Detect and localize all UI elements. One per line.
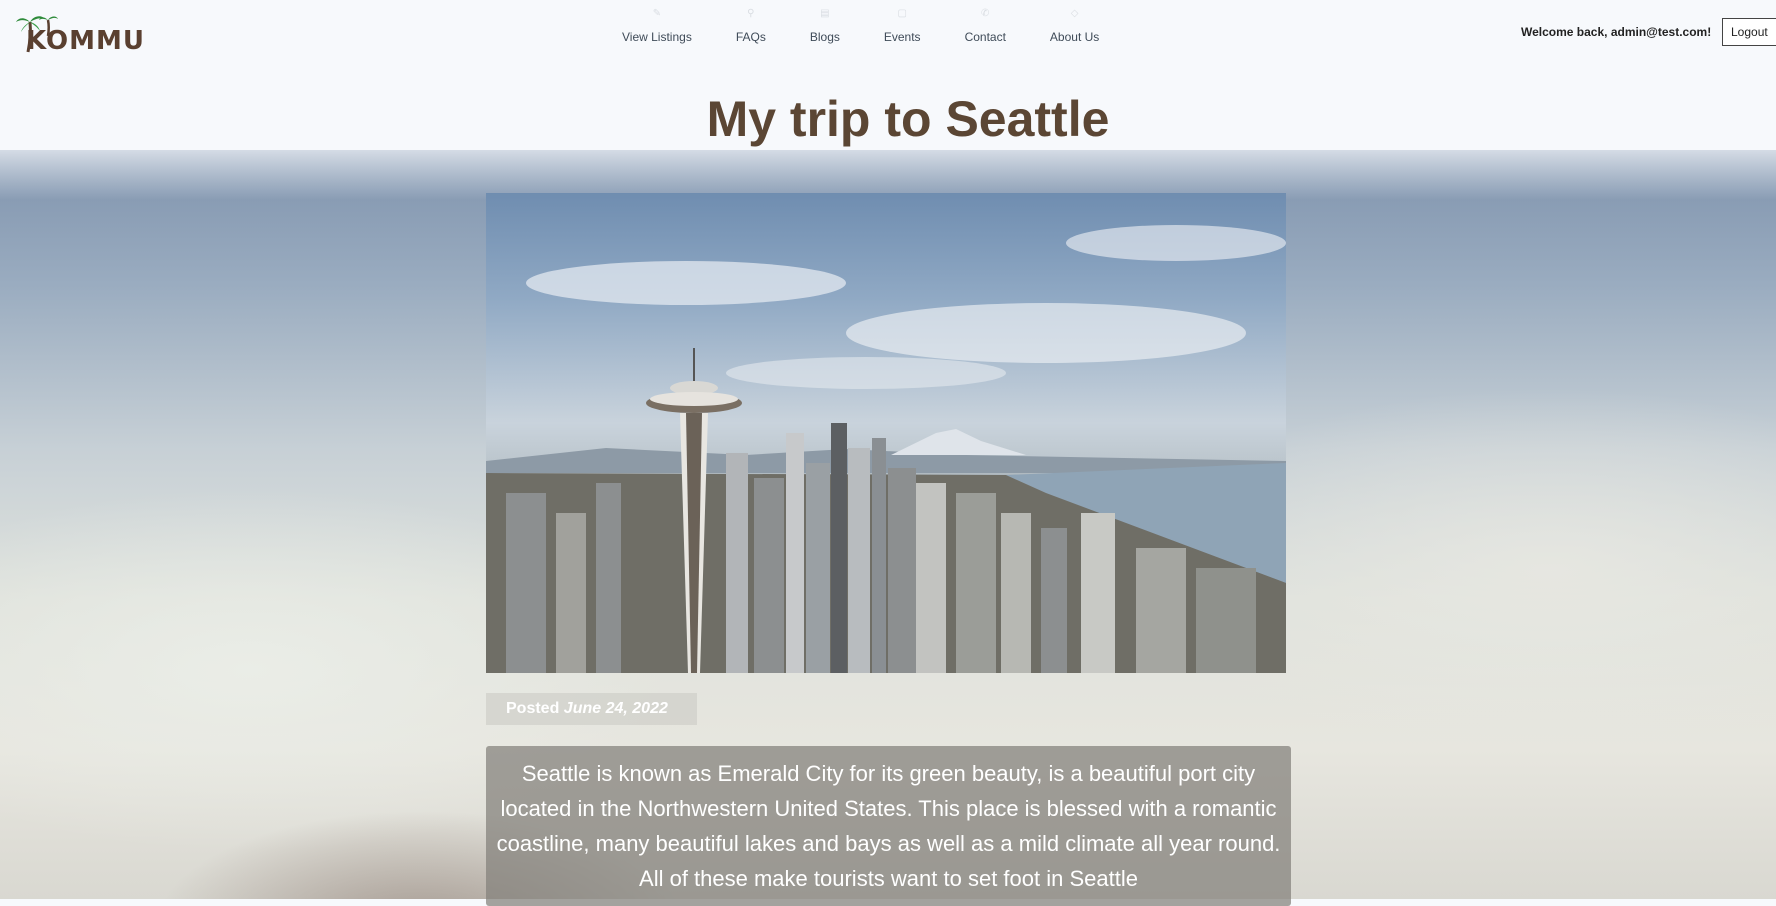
posted-date: June 24, 2022 (563, 700, 668, 717)
main-nav: ✎ View Listings ⚲ FAQs ▤ Blogs ▢ Events … (600, 8, 1121, 52)
site-header: KOMMU ✎ View Listings ⚲ FAQs ▤ Blogs ▢ E… (0, 0, 1776, 80)
phone-icon: ✆ (981, 8, 990, 19)
nav-blogs[interactable]: ▤ Blogs (788, 8, 862, 52)
posted-date-badge: Posted June 24, 2022 (486, 693, 697, 725)
logout-button[interactable]: Logout (1722, 18, 1776, 46)
blog-icon: ▤ (820, 8, 830, 19)
nav-label: View Listings (622, 30, 692, 44)
question-icon: ⚲ (747, 8, 755, 19)
hero-image (486, 193, 1286, 673)
nav-label: FAQs (735, 30, 766, 44)
logo-text: KOMMU (26, 26, 145, 56)
listings-icon: ✎ (652, 8, 662, 19)
page-title: My trip to Seattle (706, 91, 1110, 147)
nav-label: Blogs (809, 30, 840, 44)
welcome-message: Welcome back, admin@test.com! (1521, 25, 1712, 39)
nav-view-listings[interactable]: ✎ View Listings (600, 8, 714, 52)
info-icon: ◇ (1070, 8, 1079, 19)
nav-about-us[interactable]: ◇ About Us (1028, 8, 1121, 52)
nav-label: About Us (1049, 30, 1100, 44)
posted-label: Posted (506, 700, 560, 717)
calendar-icon: ▢ (897, 8, 907, 19)
post-body: Seattle is known as Emerald City for its… (486, 746, 1291, 906)
site-logo[interactable]: KOMMU (14, 12, 144, 56)
nav-faqs[interactable]: ⚲ FAQs (714, 8, 788, 52)
nav-label: Events (883, 30, 921, 44)
nav-contact[interactable]: ✆ Contact (943, 8, 1028, 52)
seattle-skyline-illustration (486, 225, 1286, 673)
nav-events[interactable]: ▢ Events (862, 8, 943, 52)
nav-label: Contact (964, 30, 1006, 44)
